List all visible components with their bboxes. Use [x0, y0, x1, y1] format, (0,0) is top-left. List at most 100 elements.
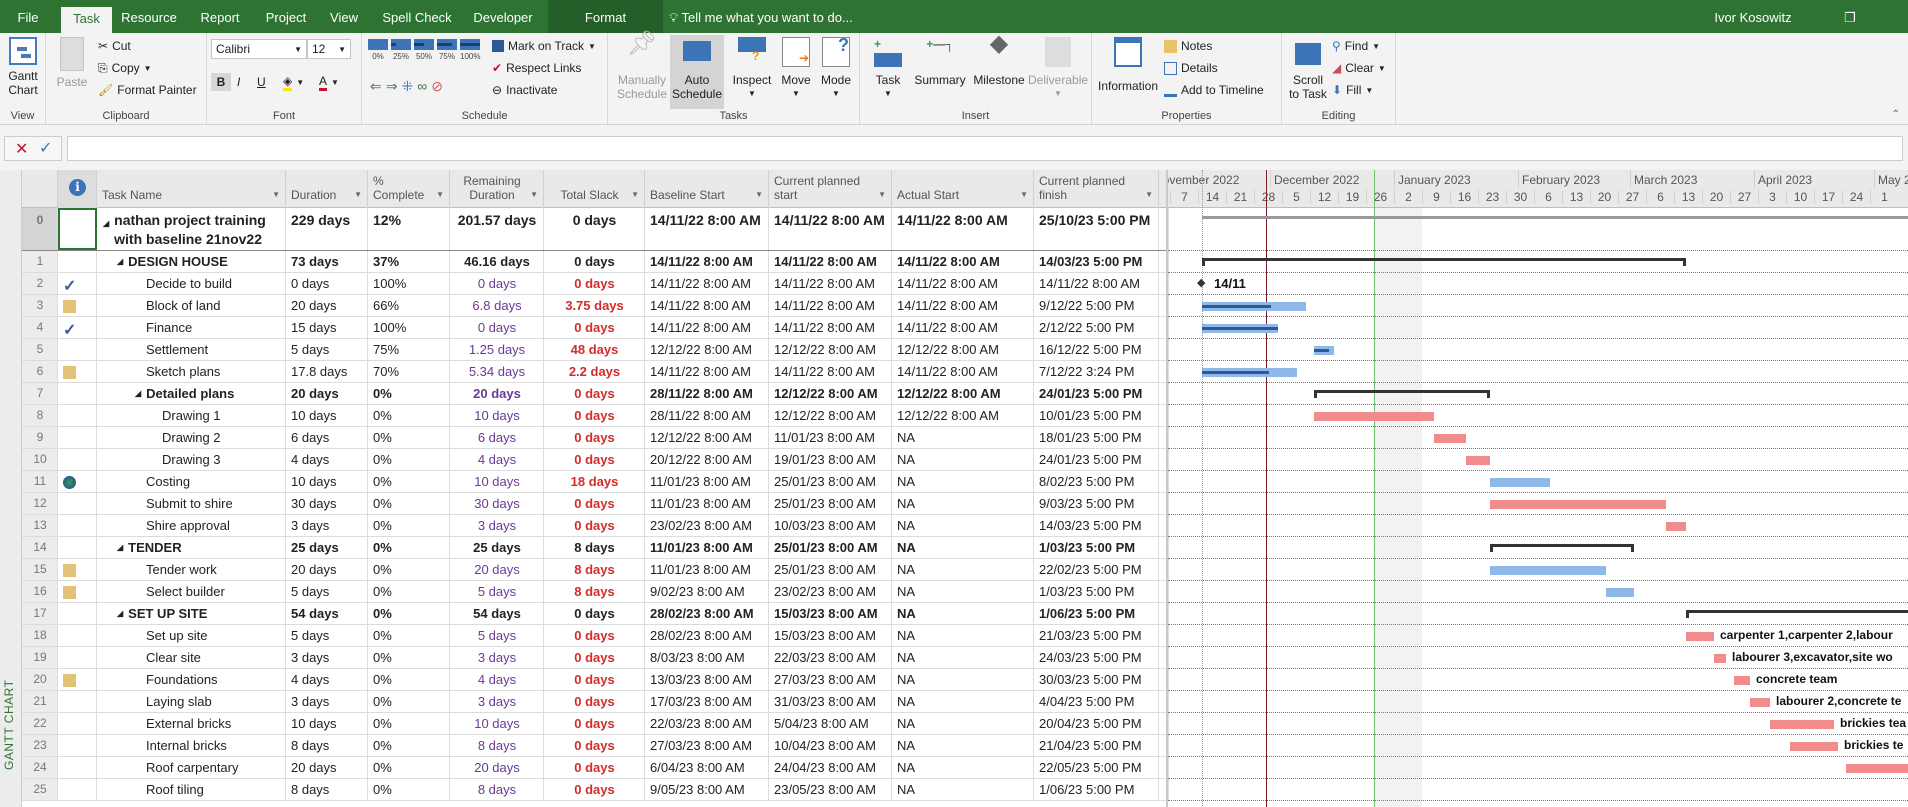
row-number[interactable]: 7 — [22, 383, 58, 404]
duration-cell[interactable]: 73 days — [286, 251, 368, 272]
manually-schedule-button[interactable]: 📌︎ Manually Schedule — [614, 32, 670, 109]
collapse-triangle-icon[interactable]: ◢ — [135, 386, 141, 398]
row-number[interactable]: 20 — [22, 669, 58, 690]
table-row[interactable]: 14 ◢ TENDER 25 days 0% 25 days 8 days 11/01/23 … — [22, 537, 1169, 559]
actual-start-cell[interactable]: NA — [892, 713, 1034, 734]
collapse-triangle-icon[interactable]: ◢ — [117, 606, 123, 618]
pct-cell[interactable]: 0% — [368, 559, 450, 580]
task-name-cell[interactable]: Settlement — [97, 339, 286, 360]
accept-entry-icon[interactable]: ✓ — [39, 138, 52, 158]
task-bar[interactable] — [1202, 302, 1306, 311]
move-button[interactable]: ➔ Move ▼ — [776, 37, 816, 101]
remaining-cell[interactable]: 4 days — [450, 449, 544, 470]
table-row[interactable]: 7 ◢ Detailed plans 20 days 0% 20 days 0 days 28… — [22, 383, 1169, 405]
table-row[interactable]: 5 Settlement 5 days 75% 1.25 days 48 days 12/1… — [22, 339, 1169, 361]
start-cell[interactable]: 25/01/23 8:00 AM — [769, 493, 892, 514]
slack-cell[interactable]: 0 days — [544, 317, 645, 338]
row-number[interactable]: 11 — [22, 471, 58, 492]
task-bar[interactable] — [1202, 324, 1278, 333]
task-name-cell[interactable]: External bricks — [97, 713, 286, 734]
duration-cell[interactable]: 20 days — [286, 757, 368, 778]
actual-start-cell[interactable]: 14/11/22 8:00 AM — [892, 273, 1034, 294]
pct-cell[interactable]: 0% — [368, 625, 450, 646]
finish-cell[interactable]: 22/05/23 5:00 PM — [1034, 757, 1159, 778]
indicator-cell[interactable] — [58, 713, 97, 734]
indicator-cell[interactable] — [58, 361, 97, 382]
slack-cell[interactable]: 0 days — [544, 735, 645, 756]
finish-cell[interactable]: 14/03/23 5:00 PM — [1034, 251, 1159, 272]
pct-cell[interactable]: 0% — [368, 669, 450, 690]
remaining-cell[interactable]: 6 days — [450, 427, 544, 448]
start-cell[interactable]: 14/11/22 8:00 AM — [769, 251, 892, 272]
pct-cell[interactable]: 0% — [368, 779, 450, 800]
baseline-start-cell[interactable]: 14/11/22 8:00 AM — [645, 361, 769, 382]
indicator-cell[interactable] — [58, 647, 97, 668]
pct-cell[interactable]: 0% — [368, 471, 450, 492]
table-row[interactable]: 22 External bricks 10 days 0% 10 days 0 days 2… — [22, 713, 1169, 735]
task-name-cell[interactable]: ◢ DESIGN HOUSE — [97, 251, 286, 272]
inactivate-button[interactable]: ⊖ Inactivate — [492, 81, 557, 99]
font-size-select[interactable]: 12 ▼ — [307, 39, 351, 59]
add-to-timeline-button[interactable]: Add to Timeline — [1164, 81, 1264, 99]
font-family-select[interactable]: Calibri ▼ — [211, 39, 307, 59]
pct-cell[interactable]: 0% — [368, 427, 450, 448]
note-icon[interactable] — [63, 564, 76, 577]
actual-start-cell[interactable]: 14/11/22 8:00 AM — [892, 361, 1034, 382]
finish-cell[interactable]: 2/12/22 5:00 PM — [1034, 317, 1159, 338]
duration-cell[interactable]: 10 days — [286, 405, 368, 426]
tab-view[interactable]: View — [323, 0, 365, 33]
finish-cell[interactable]: 1/06/23 5:00 PM — [1034, 603, 1159, 624]
slack-cell[interactable]: 0 days — [544, 603, 645, 624]
mark-0-percent-button[interactable]: 0% — [368, 39, 388, 61]
slack-cell[interactable]: 0 days — [544, 251, 645, 272]
tab-task[interactable]: Task — [61, 7, 112, 33]
actual-start-cell[interactable]: NA — [892, 779, 1034, 800]
remaining-cell[interactable]: 5 days — [450, 581, 544, 602]
start-cell[interactable]: 11/01/23 8:00 AM — [769, 427, 892, 448]
chevron-down-icon[interactable]: ▼ — [436, 188, 444, 202]
start-cell[interactable]: 15/03/23 8:00 AM — [769, 603, 892, 624]
finish-cell[interactable]: 8/02/23 5:00 PM — [1034, 471, 1159, 492]
row-number[interactable]: 8 — [22, 405, 58, 426]
pct-cell[interactable]: 0% — [368, 713, 450, 734]
row-number[interactable]: 15 — [22, 559, 58, 580]
finish-cell[interactable]: 25/10/23 5:00 PM — [1034, 208, 1159, 250]
row-number[interactable]: 24 — [22, 757, 58, 778]
remaining-cell[interactable]: 5 days — [450, 625, 544, 646]
tab-resource[interactable]: Resource — [120, 0, 178, 33]
task-name-cell[interactable]: Decide to build — [97, 273, 286, 294]
chevron-down-icon[interactable]: ▼ — [272, 188, 280, 202]
find-button[interactable]: ⚲ Find ▼ — [1332, 37, 1380, 55]
finish-cell[interactable]: 18/01/23 5:00 PM — [1034, 427, 1159, 448]
table-row[interactable]: 8 Drawing 1 10 days 0% 10 days 0 days 28/11/22… — [22, 405, 1169, 427]
remaining-cell[interactable]: 20 days — [450, 757, 544, 778]
remaining-cell[interactable]: 3 days — [450, 515, 544, 536]
pct-cell[interactable]: 0% — [368, 383, 450, 404]
table-row[interactable]: 18 Set up site 5 days 0% 5 days 0 days 28/02/2… — [22, 625, 1169, 647]
duration-cell[interactable]: 25 days — [286, 537, 368, 558]
pct-cell[interactable]: 0% — [368, 581, 450, 602]
critical-task-bar[interactable] — [1466, 456, 1490, 465]
chevron-down-icon[interactable]: ▼ — [354, 188, 362, 202]
actual-start-cell[interactable]: NA — [892, 757, 1034, 778]
start-cell[interactable]: 12/12/22 8:00 AM — [769, 383, 892, 404]
indicators-header[interactable]: i — [58, 170, 97, 208]
actual-start-cell[interactable]: NA — [892, 647, 1034, 668]
slack-cell[interactable]: 0 days — [544, 757, 645, 778]
mark-1-percent-button[interactable]: 25% — [391, 39, 411, 61]
remaining-cell[interactable]: 201.57 days — [450, 208, 544, 250]
collapse-triangle-icon[interactable]: ◢ — [117, 540, 123, 552]
indicator-cell[interactable] — [58, 449, 97, 470]
slack-cell[interactable]: 0 days — [544, 493, 645, 514]
baseline-start-cell[interactable]: 22/03/23 8:00 AM — [645, 713, 769, 734]
remaining-cell[interactable]: 1.25 days — [450, 339, 544, 360]
baseline-start-cell[interactable]: 28/11/22 8:00 AM — [645, 405, 769, 426]
note-icon[interactable] — [63, 300, 76, 313]
row-number[interactable]: 22 — [22, 713, 58, 734]
start-cell[interactable]: 14/11/22 8:00 AM — [769, 273, 892, 294]
indicator-cell[interactable] — [58, 208, 97, 250]
finish-cell[interactable]: 4/04/23 5:00 PM — [1034, 691, 1159, 712]
critical-task-bar[interactable] — [1770, 720, 1834, 729]
indicator-cell[interactable] — [58, 537, 97, 558]
task-name-cell[interactable]: Drawing 3 — [97, 449, 286, 470]
